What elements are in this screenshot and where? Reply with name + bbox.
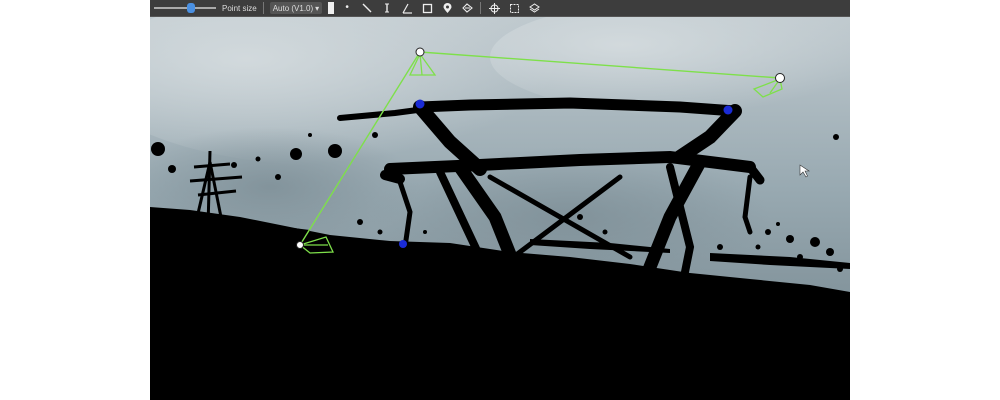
toolbar-divider bbox=[262, 2, 264, 14]
point-size-label: Point size bbox=[222, 3, 257, 13]
anchor-point[interactable] bbox=[415, 99, 425, 109]
color-mode-value: Auto (V1.0) bbox=[272, 3, 314, 13]
anchor-point[interactable] bbox=[399, 240, 407, 248]
point-cloud-canvas[interactable] bbox=[150, 17, 850, 400]
toolbar-divider bbox=[480, 2, 482, 14]
anchor-point[interactable] bbox=[723, 105, 733, 115]
height-measure-icon[interactable] bbox=[380, 1, 394, 15]
camera-node[interactable] bbox=[775, 73, 785, 83]
color-mode-select[interactable]: Auto (V1.0) ▾ bbox=[269, 2, 323, 14]
point-cloud-viewer: Point size Auto (V1.0) ▾ • bbox=[150, 0, 850, 400]
clear-measure-icon[interactable] bbox=[460, 1, 474, 15]
marker-icon[interactable] bbox=[440, 1, 454, 15]
point-size-slider-thumb[interactable] bbox=[187, 3, 195, 13]
chevron-down-icon: ▾ bbox=[315, 3, 320, 13]
camera-node[interactable] bbox=[296, 241, 304, 249]
layers-icon[interactable] bbox=[527, 1, 541, 15]
area-measure-icon[interactable] bbox=[420, 1, 434, 15]
point-size-slider[interactable] bbox=[154, 3, 216, 13]
fit-view-icon[interactable] bbox=[487, 1, 501, 15]
3d-viewport[interactable] bbox=[150, 17, 850, 400]
color-swatch[interactable] bbox=[328, 2, 335, 14]
point-icon[interactable]: • bbox=[340, 1, 354, 15]
camera-node[interactable] bbox=[415, 47, 425, 57]
angle-measure-icon[interactable] bbox=[400, 1, 414, 15]
bounding-box-icon[interactable] bbox=[507, 1, 521, 15]
line-measure-icon[interactable] bbox=[360, 1, 374, 15]
toolbar: Point size Auto (V1.0) ▾ • bbox=[150, 0, 850, 17]
